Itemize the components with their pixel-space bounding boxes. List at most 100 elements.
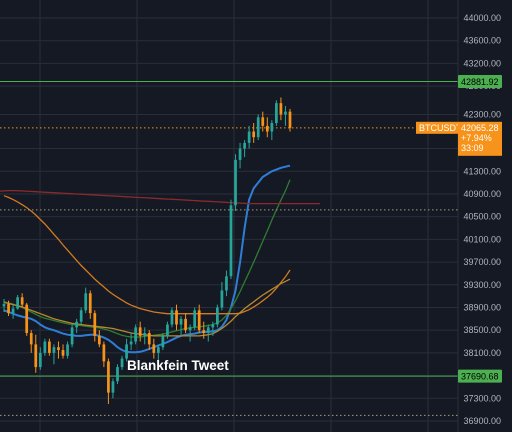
candle bbox=[52, 344, 56, 365]
candle-body bbox=[116, 367, 119, 382]
candle bbox=[20, 293, 24, 308]
candle-body bbox=[75, 321, 78, 328]
candle bbox=[66, 341, 69, 359]
y-tick-label: 43200.00 bbox=[463, 58, 501, 68]
candle-body bbox=[111, 381, 115, 393]
candle-body bbox=[225, 276, 228, 291]
candle-body bbox=[152, 344, 156, 353]
candle bbox=[97, 330, 101, 348]
candle-body bbox=[247, 131, 251, 143]
annotation-blankfein-tweet: Blankfein Tweet bbox=[127, 358, 229, 373]
candle bbox=[206, 324, 210, 342]
candle-body bbox=[79, 310, 83, 322]
y-tick-label: 39700.00 bbox=[463, 257, 501, 267]
price-axis[interactable]: 44000.0043600.0043200.0042800.0042300.00… bbox=[457, 0, 512, 432]
candle bbox=[120, 355, 124, 370]
candle-body bbox=[202, 330, 206, 334]
y-tick-label: 38500.00 bbox=[463, 325, 501, 335]
candle-body bbox=[252, 131, 256, 138]
candle bbox=[229, 199, 233, 280]
candle bbox=[25, 302, 29, 336]
candle-body bbox=[234, 159, 237, 206]
candle bbox=[134, 324, 138, 345]
candle bbox=[57, 341, 60, 359]
candle bbox=[238, 142, 242, 169]
candle-body bbox=[70, 327, 74, 345]
candle bbox=[84, 287, 88, 314]
candle-body bbox=[175, 310, 178, 325]
price-badge-change: +7.94% bbox=[461, 133, 492, 143]
candle bbox=[152, 338, 156, 359]
candle-body bbox=[229, 205, 233, 277]
candle-body bbox=[2, 304, 6, 307]
candle bbox=[216, 304, 219, 328]
candle bbox=[193, 307, 197, 331]
candle bbox=[234, 154, 237, 211]
candle bbox=[247, 125, 251, 149]
y-tick-label: 38100.00 bbox=[463, 348, 501, 358]
candle-body bbox=[143, 333, 147, 336]
support-badge: 37690.68 bbox=[458, 369, 502, 383]
price-badge-countdown: 33:09 bbox=[461, 143, 484, 153]
candle-body bbox=[161, 335, 165, 348]
candle-body bbox=[7, 304, 10, 314]
candle-body bbox=[134, 327, 138, 342]
candle-body bbox=[48, 341, 51, 353]
candle-body bbox=[179, 318, 183, 325]
resistance-badge-text: 42881.92 bbox=[461, 77, 499, 87]
candle-body bbox=[25, 304, 29, 334]
y-tick-label: 43600.00 bbox=[463, 36, 501, 46]
candle bbox=[270, 120, 274, 141]
candle bbox=[179, 315, 183, 336]
candle bbox=[252, 123, 256, 143]
candle bbox=[202, 321, 206, 339]
y-tick-label: 36900.00 bbox=[463, 416, 501, 426]
candle-body bbox=[129, 341, 133, 345]
y-tick-label: 41300.00 bbox=[463, 166, 501, 176]
candle-body bbox=[107, 361, 110, 393]
candle bbox=[175, 304, 178, 331]
candle-body bbox=[156, 347, 160, 353]
candle bbox=[197, 304, 201, 334]
candle bbox=[70, 324, 74, 348]
candle-body bbox=[102, 344, 106, 362]
candle-body bbox=[284, 111, 287, 115]
candle bbox=[284, 105, 287, 126]
candle bbox=[225, 270, 228, 297]
grid bbox=[0, 0, 458, 432]
candle bbox=[79, 307, 83, 325]
candle-body bbox=[220, 290, 224, 308]
candle-body bbox=[211, 324, 215, 328]
candle bbox=[61, 344, 65, 359]
candle-body bbox=[11, 308, 15, 314]
candle-body bbox=[216, 307, 219, 325]
candle-body bbox=[29, 333, 33, 345]
candle-body bbox=[279, 103, 283, 115]
candle-body bbox=[138, 327, 142, 336]
candle bbox=[11, 304, 15, 319]
price-chart[interactable]: Blankfein Tweet 44000.00 43600.00 43200.00… bbox=[0, 0, 512, 432]
y-tick-label: 40900.00 bbox=[463, 189, 501, 199]
candle-body bbox=[288, 111, 292, 128]
horizontal-levels[interactable] bbox=[0, 80, 458, 416]
candle bbox=[243, 140, 246, 158]
candle-body bbox=[38, 352, 42, 368]
candle-body bbox=[147, 333, 151, 345]
candle bbox=[184, 313, 187, 334]
candle-body bbox=[20, 297, 24, 305]
y-tick-label: 42300.00 bbox=[463, 109, 501, 119]
resistance-badge: 42881.92 bbox=[458, 74, 502, 88]
y-tick-label: 44000.00 bbox=[463, 13, 501, 23]
candle bbox=[279, 97, 283, 121]
candle bbox=[116, 364, 119, 385]
symbol-tag-text: BTCUSDT bbox=[419, 123, 462, 133]
candle-body bbox=[188, 327, 192, 331]
candle bbox=[38, 347, 42, 370]
candle-body bbox=[88, 293, 92, 314]
candle bbox=[188, 324, 192, 342]
candle-body bbox=[61, 350, 65, 356]
y-tick-label: 39300.00 bbox=[463, 280, 501, 290]
chart-container[interactable]: Blankfein Tweet 44000.00 43600.00 43200.00… bbox=[0, 0, 512, 432]
ma-red-line bbox=[0, 189, 320, 205]
support-badge-text: 37690.68 bbox=[461, 371, 499, 381]
